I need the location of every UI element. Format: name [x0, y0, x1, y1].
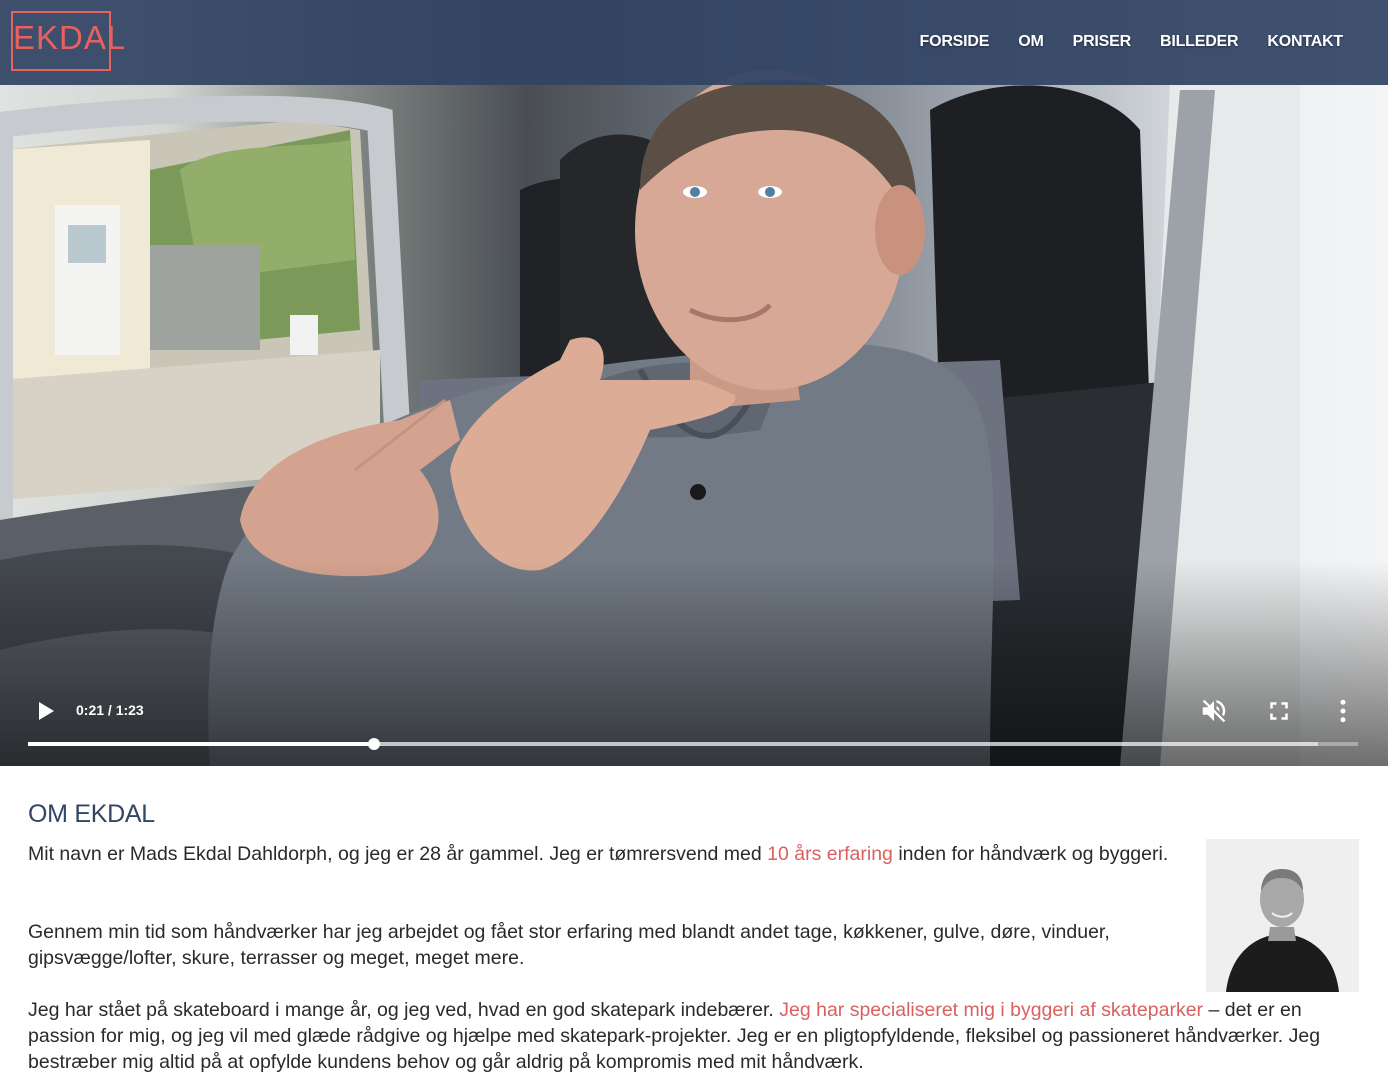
nav-item-kontakt[interactable]: KONTAKT	[1267, 33, 1343, 51]
video-progress-bar[interactable]	[28, 738, 1358, 750]
portrait-image	[1206, 839, 1359, 992]
play-button[interactable]	[30, 696, 60, 726]
play-icon	[39, 702, 54, 720]
page-title: OM EKDAL	[28, 800, 155, 828]
site-header: EKDAL FORSIDE OM PRISER BILLEDER KONTAKT	[0, 0, 1388, 85]
controls-gradient	[0, 560, 1388, 766]
fullscreen-icon	[1270, 702, 1288, 720]
fullscreen-button[interactable]	[1264, 696, 1294, 726]
nav-item-priser[interactable]: PRISER	[1073, 33, 1132, 51]
about-paragraph-3: Jeg har stået på skateboard i mange år, …	[28, 997, 1360, 1075]
skatepark-highlight-link[interactable]: Jeg har specialiseret mig i byggeri af s…	[779, 999, 1203, 1021]
about-paragraph-1: Mit navn er Mads Ekdal Dahldorph, og jeg…	[28, 841, 1178, 867]
nav-item-forside[interactable]: FORSIDE	[920, 33, 990, 51]
about-section: OM EKDAL Mit navn er Mads Ekdal Dahldorp…	[28, 800, 1360, 1073]
video-player[interactable]: 0:21 / 1:23	[0, 0, 1388, 766]
more-options-button[interactable]	[1328, 696, 1358, 726]
main-nav: FORSIDE OM PRISER BILLEDER KONTAKT	[920, 33, 1344, 51]
video-time: 0:21 / 1:23	[76, 702, 144, 718]
progress-handle[interactable]	[367, 738, 380, 750]
about-p1-text-end: inden for håndværk og byggeri.	[892, 843, 1169, 865]
logo-text: EKDAL	[13, 19, 127, 56]
more-vertical-icon	[1340, 699, 1346, 723]
experience-highlight-link[interactable]: 10 års erfaring	[767, 843, 893, 865]
about-p1-text-start: Mit navn er Mads Ekdal Dahldorph, og jeg…	[28, 843, 768, 865]
progress-played	[28, 742, 374, 746]
about-p3-text-start: Jeg har stået på skateboard i mange år, …	[28, 999, 780, 1021]
about-paragraph-2: Gennem min tid som håndværker har jeg ar…	[28, 921, 1110, 969]
nav-item-billeder[interactable]: BILLEDER	[1160, 33, 1239, 51]
nav-item-om[interactable]: OM	[1018, 33, 1044, 51]
mute-button[interactable]	[1199, 696, 1229, 726]
volume-muted-icon	[1202, 699, 1226, 723]
logo[interactable]: EKDAL	[11, 11, 127, 71]
